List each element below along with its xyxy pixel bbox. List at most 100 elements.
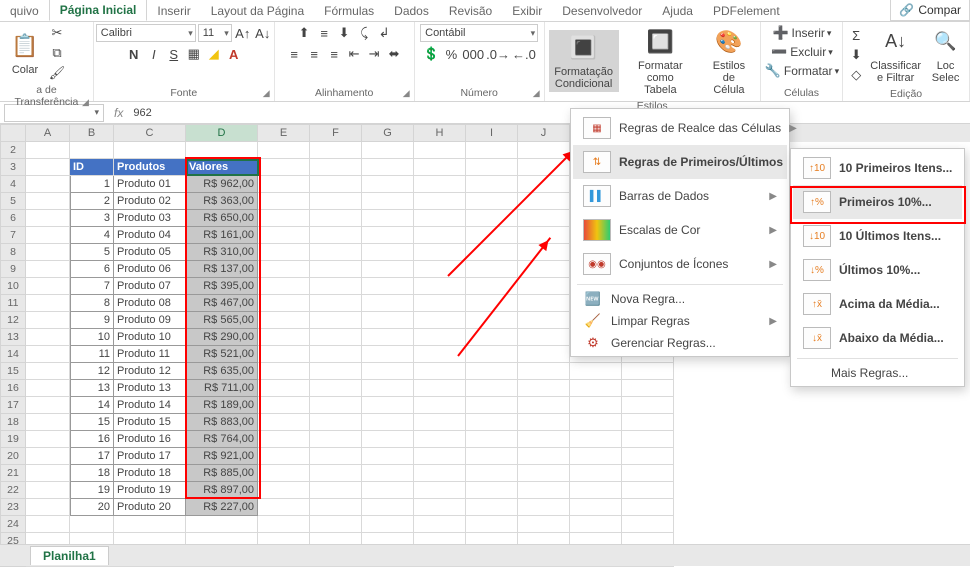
cell[interactable] xyxy=(186,142,258,159)
cell[interactable] xyxy=(26,244,70,261)
cell[interactable] xyxy=(622,363,674,380)
cell[interactable] xyxy=(414,516,466,533)
cell[interactable] xyxy=(310,210,362,227)
cell[interactable] xyxy=(258,397,310,414)
tab-help[interactable]: Ajuda xyxy=(652,1,703,21)
decrease-indent-icon[interactable]: ⇤ xyxy=(345,45,363,63)
submenu-top-10-items[interactable]: ↑10 10 Primeiros Itens... xyxy=(793,151,962,185)
cell[interactable]: Produto 08 xyxy=(114,295,186,312)
cell[interactable] xyxy=(518,414,570,431)
cell[interactable]: R$ 137,00 xyxy=(186,261,258,278)
submenu-above-average[interactable]: ↑x̄ Acima da Média... xyxy=(793,287,962,321)
cell[interactable] xyxy=(518,363,570,380)
cell[interactable] xyxy=(70,516,114,533)
fx-icon[interactable]: fx xyxy=(108,106,129,120)
cell[interactable] xyxy=(258,142,310,159)
share-button[interactable]: 🔗 Compar xyxy=(890,0,970,21)
cell[interactable]: Produto 15 xyxy=(114,414,186,431)
cell[interactable] xyxy=(570,499,622,516)
tab-insert[interactable]: Inserir xyxy=(147,1,200,21)
cell[interactable]: 4 xyxy=(70,227,114,244)
cell[interactable] xyxy=(258,499,310,516)
cell[interactable] xyxy=(258,210,310,227)
cell[interactable]: R$ 310,00 xyxy=(186,244,258,261)
row-header[interactable]: 19 xyxy=(0,431,26,448)
cell[interactable]: Produto 16 xyxy=(114,431,186,448)
tab-formulas[interactable]: Fórmulas xyxy=(314,1,384,21)
cell[interactable] xyxy=(466,193,518,210)
cell[interactable] xyxy=(414,499,466,516)
cell[interactable] xyxy=(518,329,570,346)
cell[interactable]: R$ 363,00 xyxy=(186,193,258,210)
cell[interactable] xyxy=(466,312,518,329)
cell[interactable] xyxy=(362,278,414,295)
cell[interactable] xyxy=(518,346,570,363)
submenu-bottom-10-items[interactable]: ↓10 10 Últimos Itens... xyxy=(793,219,962,253)
cell[interactable]: R$ 565,00 xyxy=(186,312,258,329)
cell[interactable] xyxy=(414,448,466,465)
row-header[interactable]: 24 xyxy=(0,516,26,533)
cell[interactable] xyxy=(258,380,310,397)
cell[interactable] xyxy=(26,176,70,193)
cell[interactable] xyxy=(570,448,622,465)
cell[interactable]: 2 xyxy=(70,193,114,210)
border-button[interactable]: ▦ xyxy=(185,45,203,63)
cell[interactable] xyxy=(114,516,186,533)
cell[interactable] xyxy=(310,465,362,482)
cell[interactable] xyxy=(414,397,466,414)
tab-layout[interactable]: Layout da Página xyxy=(201,1,314,21)
cell[interactable]: 7 xyxy=(70,278,114,295)
cell[interactable] xyxy=(258,159,310,176)
cell[interactable]: R$ 883,00 xyxy=(186,414,258,431)
cell[interactable] xyxy=(362,295,414,312)
cell[interactable] xyxy=(414,329,466,346)
dialog-launcher-icon[interactable]: ◢ xyxy=(533,88,540,99)
cell[interactable]: Produto 07 xyxy=(114,278,186,295)
cell[interactable] xyxy=(362,193,414,210)
cell[interactable]: R$ 635,00 xyxy=(186,363,258,380)
delete-cells-button[interactable]: ➖Excluir ▾ xyxy=(770,43,833,61)
column-header-E[interactable]: E xyxy=(258,124,310,142)
cell[interactable]: R$ 885,00 xyxy=(186,465,258,482)
cell[interactable] xyxy=(258,329,310,346)
cell[interactable] xyxy=(310,363,362,380)
cell-styles-button[interactable]: 🎨 Estilos de Célula xyxy=(702,24,756,98)
cell[interactable]: Produto 09 xyxy=(114,312,186,329)
cell[interactable] xyxy=(114,142,186,159)
cell[interactable] xyxy=(310,397,362,414)
cell[interactable] xyxy=(26,261,70,278)
cell[interactable] xyxy=(362,244,414,261)
cell[interactable] xyxy=(570,482,622,499)
cell[interactable] xyxy=(570,465,622,482)
cell[interactable] xyxy=(466,465,518,482)
cell[interactable] xyxy=(26,448,70,465)
select-all-corner[interactable] xyxy=(0,124,26,142)
find-select-button[interactable]: 🔍 Loc Selec xyxy=(926,24,965,86)
cell[interactable] xyxy=(466,499,518,516)
row-header[interactable]: 20 xyxy=(0,448,26,465)
cell[interactable] xyxy=(466,482,518,499)
cell[interactable] xyxy=(26,142,70,159)
row-header[interactable]: 3 xyxy=(0,159,26,176)
row-header[interactable]: 4 xyxy=(0,176,26,193)
cell[interactable]: R$ 711,00 xyxy=(186,380,258,397)
cell[interactable] xyxy=(362,363,414,380)
cell[interactable] xyxy=(258,448,310,465)
cell[interactable] xyxy=(362,176,414,193)
cell[interactable] xyxy=(622,448,674,465)
row-header[interactable]: 14 xyxy=(0,346,26,363)
cell[interactable] xyxy=(414,295,466,312)
wrap-text-icon[interactable]: ↲ xyxy=(375,24,393,42)
cell[interactable]: 8 xyxy=(70,295,114,312)
cell[interactable] xyxy=(518,448,570,465)
column-header-J[interactable]: J xyxy=(518,124,570,142)
row-header[interactable]: 2 xyxy=(0,142,26,159)
menu-clear-rules[interactable]: 🧹 Limpar Regras ▶ xyxy=(573,310,787,332)
cell[interactable] xyxy=(518,312,570,329)
cell[interactable] xyxy=(414,380,466,397)
row-header[interactable]: 10 xyxy=(0,278,26,295)
cell[interactable] xyxy=(362,431,414,448)
cell[interactable] xyxy=(26,312,70,329)
cell[interactable] xyxy=(258,414,310,431)
tab-developer[interactable]: Desenvolvedor xyxy=(552,1,652,21)
